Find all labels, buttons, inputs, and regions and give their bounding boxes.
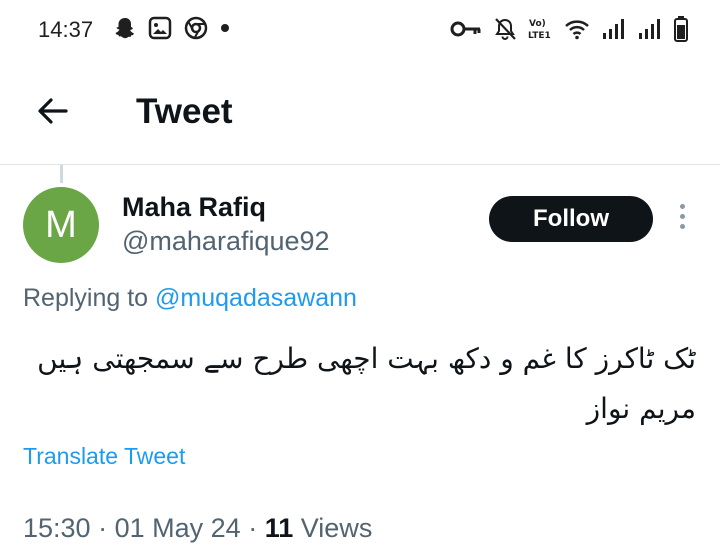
bell-off-icon: [494, 17, 516, 41]
snapchat-icon: [114, 16, 136, 40]
tweet-time[interactable]: 15:30: [23, 513, 91, 543]
volte-icon: Vo) LTE1: [528, 16, 552, 42]
svg-text:LTE1: LTE1: [528, 31, 551, 41]
author-handle[interactable]: @maharafique92: [122, 226, 330, 257]
tweet-date[interactable]: 01 May 24: [115, 513, 241, 543]
more-vertical-icon: [672, 204, 692, 229]
avatar[interactable]: M: [23, 187, 99, 263]
key-icon: [450, 19, 482, 39]
meta-separator: ·: [248, 513, 258, 543]
tweet-text-line: ٹک ٹاکرز کا غم و دکھ بہت اچھی طرح سے سمج…: [37, 342, 696, 375]
follow-button[interactable]: Follow: [489, 196, 653, 242]
tweet-text-line: مریم نواز: [586, 392, 696, 425]
status-left-icons: [114, 16, 230, 40]
views-count[interactable]: 11: [265, 513, 294, 543]
author-name[interactable]: Maha Rafiq: [122, 192, 266, 223]
back-button[interactable]: [36, 94, 70, 128]
wifi-icon: [564, 18, 590, 40]
tweet-meta: 15:30 · 01 May 24 · 11 Views: [23, 513, 372, 544]
tweet-text: ٹک ٹاکرز کا غم و دکھ بہت اچھی طرح سے سمج…: [20, 334, 696, 434]
status-right-icons: Vo) LTE1: [450, 16, 688, 42]
page-title: Tweet: [136, 92, 233, 131]
arrow-left-icon: [38, 98, 68, 124]
battery-icon: [674, 16, 688, 42]
notification-dot-icon: [220, 23, 230, 33]
thread-connector-line: [60, 165, 63, 183]
signal-icon: [638, 18, 662, 40]
svg-text:Vo): Vo): [529, 19, 546, 29]
replying-to: Replying to @muqadasawann: [23, 284, 357, 313]
gallery-icon: [148, 16, 172, 40]
meta-separator: ·: [98, 513, 108, 543]
translate-tweet-link[interactable]: Translate Tweet: [23, 443, 185, 470]
replying-to-label: Replying to: [23, 284, 149, 312]
signal-icon: [602, 18, 626, 40]
status-bar: 14:37 Vo) LTE1: [0, 0, 720, 62]
chrome-icon: [184, 16, 208, 40]
status-time: 14:37: [38, 17, 94, 42]
replying-to-mention-link[interactable]: @muqadasawann: [155, 284, 357, 312]
more-options-button[interactable]: [672, 204, 692, 234]
views-label: Views: [300, 513, 373, 543]
top-app-bar: Tweet: [0, 62, 720, 165]
